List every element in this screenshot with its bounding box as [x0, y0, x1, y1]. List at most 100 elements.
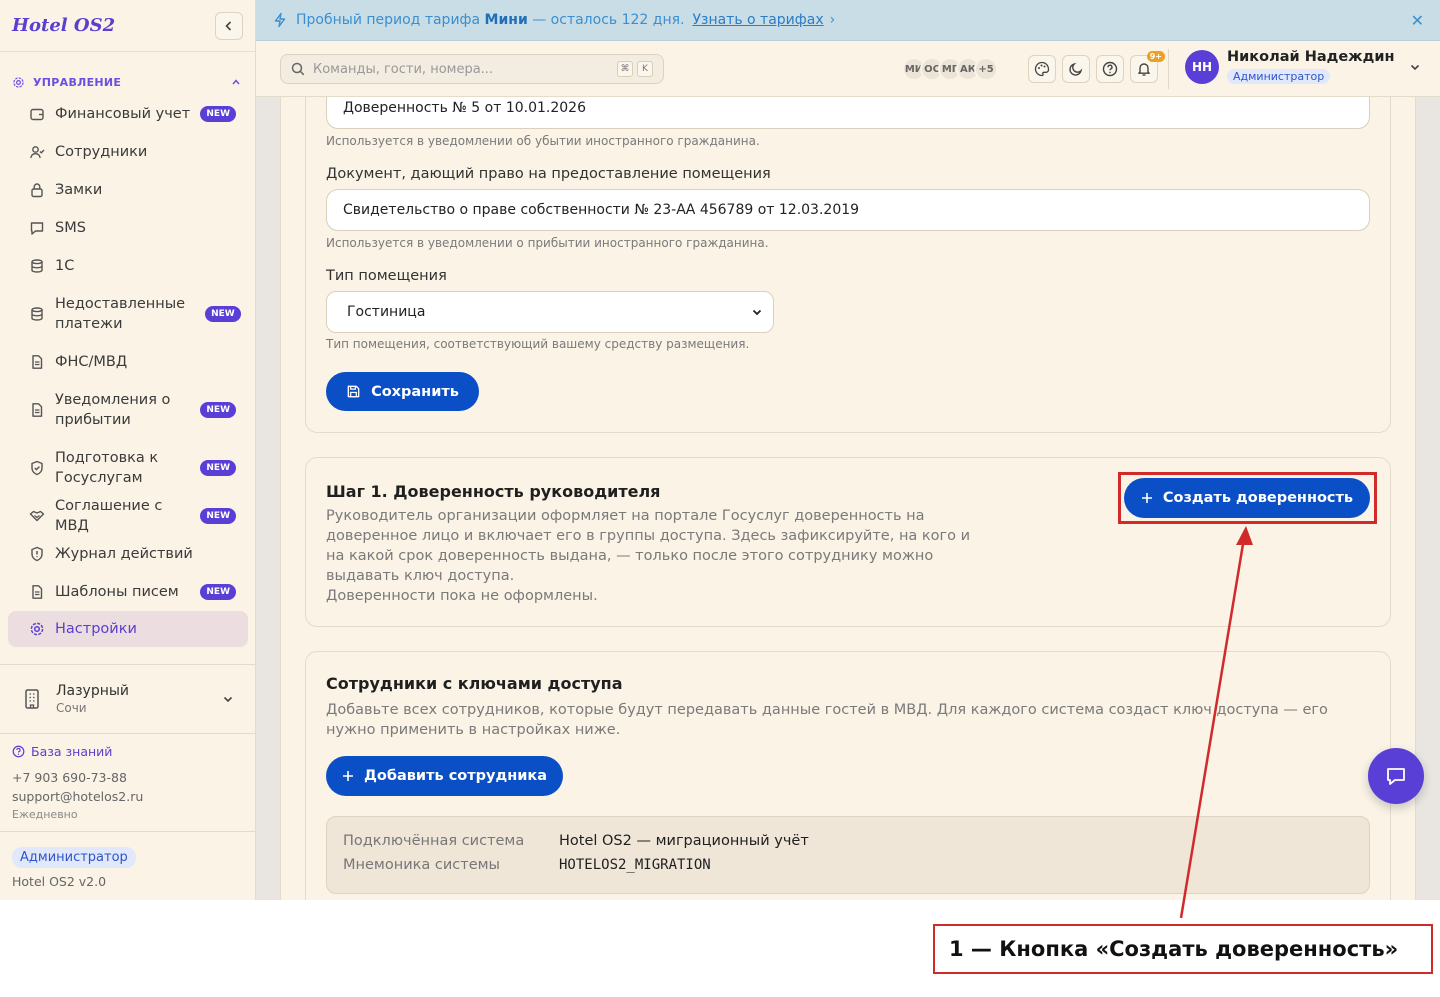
shortcut-key: ⌘ [617, 61, 633, 77]
collapse-sidebar-button[interactable] [215, 11, 243, 40]
save-button-label: Сохранить [371, 383, 459, 400]
topbar: Команды, гости, номера... ⌘ K МИ ОС МГ А… [256, 41, 1440, 97]
annotation-highlight [1118, 472, 1377, 524]
document-icon [28, 353, 46, 371]
online-users[interactable]: МИ ОС МГ АК +5 [902, 57, 998, 81]
divider [1168, 49, 1169, 89]
system-row: Подключённая система Hotel OS2 — миграци… [343, 833, 809, 849]
knowledge-base-label: База знаний [31, 744, 113, 759]
support-block: База знаний +7 903 690-73-88 support@hot… [12, 744, 143, 821]
divider [0, 664, 256, 665]
sidebar-item-label: Замки [55, 182, 103, 198]
support-phone[interactable]: +7 903 690-73-88 [12, 770, 143, 785]
document-icon [28, 583, 46, 601]
sidebar-item-arrival-notices[interactable]: Уведомления о прибытии NEW [8, 381, 248, 439]
building-icon [25, 689, 39, 709]
sidebar-item-label: ФНС/МВД [55, 354, 128, 370]
sidebar-item-sms[interactable]: SMS [8, 209, 248, 247]
sidebar-item-label: Подготовка к Госуслугам [55, 450, 159, 486]
document-label: Документ, дающий право на предоставление… [326, 166, 771, 182]
theme-palette-button[interactable] [1028, 55, 1056, 83]
step1-description: Руководитель организации оформляет на по… [326, 508, 971, 584]
system-value: Hotel OS2 — миграционный учёт [559, 833, 809, 849]
mnemonic-row: Мнемоника системы HOTELOS2_MIGRATION [343, 857, 711, 873]
help-circle-icon [12, 745, 25, 758]
hotel-city: Сочи [56, 701, 87, 715]
section-management[interactable]: УПРАВЛЕНИЕ [0, 68, 255, 96]
mnemonic-key: Мнемоника системы [343, 857, 501, 873]
user-role-badge: Администратор [1227, 69, 1331, 84]
chevron-down-icon [1410, 64, 1419, 70]
plus-icon [342, 771, 353, 781]
system-info-box: Подключённая система Hotel OS2 — миграци… [326, 816, 1370, 894]
message-icon [28, 219, 46, 237]
chevron-left-icon [225, 20, 232, 31]
chevron-down-icon [223, 696, 233, 703]
handshake-icon [28, 507, 46, 525]
chevron-up-icon [232, 79, 240, 85]
search-icon [291, 62, 305, 76]
sidebar-item-mvd-agreement[interactable]: Соглашение с МВД NEW [8, 497, 248, 535]
sidebar-item-audit-log[interactable]: Журнал действий [8, 535, 248, 573]
sidebar-item-gosuslugi-prep[interactable]: Подготовка к Госуслугам NEW [8, 439, 248, 497]
save-button[interactable]: Сохранить [326, 372, 479, 411]
document-icon [28, 401, 46, 419]
database-icon [28, 257, 46, 275]
support-email[interactable]: support@hotelos2.ru [12, 789, 143, 804]
premises-type-label: Тип помещения [326, 268, 447, 284]
notifications-button[interactable]: 9+ [1130, 51, 1165, 83]
sidebar-item-settings[interactable]: Настройки [8, 611, 248, 647]
chat-button[interactable] [1368, 748, 1424, 804]
divider [0, 831, 256, 832]
gear-icon [28, 620, 46, 638]
gear-icon [13, 76, 24, 88]
shield-alert-icon [28, 545, 46, 563]
role-badge: Администратор [12, 847, 136, 868]
sidebar-item-label: Недоставленные платежи [55, 296, 186, 332]
hotel-name: Лазурный [56, 683, 130, 699]
app-version: Hotel OS2 v2.0 [12, 874, 107, 889]
lightning-icon [274, 12, 286, 28]
step1-empty-state: Доверенности пока не оформлены. [326, 588, 598, 604]
sidebar-item-1c[interactable]: 1С [8, 247, 248, 285]
palette-icon [1034, 61, 1050, 77]
sidebar-item-employees[interactable]: Сотрудники [8, 133, 248, 171]
sidebar: Hotel OS2 УПРАВЛЕНИЕ Финансовый учет NEW… [0, 0, 256, 900]
document-hint: Используется в уведомлении о прибытии ин… [326, 236, 769, 250]
app-window: Hotel OS2 УПРАВЛЕНИЕ Финансовый учет NEW… [0, 0, 1440, 900]
premises-type-select[interactable]: Гостиница [326, 291, 774, 333]
annotation-label: 1 — Кнопка «Создать доверенность» [949, 937, 1399, 961]
add-employee-button[interactable]: Добавить сотрудника [326, 756, 563, 796]
tariffs-link[interactable]: Узнать о тарифах [692, 12, 823, 28]
employees-title: Сотрудники с ключами доступа [326, 674, 623, 693]
app-logo: Hotel OS2 [12, 15, 116, 36]
save-icon [347, 385, 360, 398]
power-of-attorney-field[interactable]: Доверенность № 5 от 10.01.2026 [326, 97, 1370, 129]
more-users-count: +5 [974, 57, 998, 81]
new-badge: NEW [200, 460, 236, 476]
sidebar-item-finance[interactable]: Финансовый учет NEW [8, 95, 248, 133]
divider [0, 733, 256, 734]
help-button[interactable] [1096, 55, 1124, 83]
banner-text-after: — осталось 122 дня. [527, 12, 685, 28]
lock-icon [28, 181, 46, 199]
premises-type-hint: Тип помещения, соответствующий вашему ср… [326, 337, 750, 351]
step1-title: Шаг 1. Доверенность руководителя [326, 482, 661, 501]
sidebar-item-undelivered-payments[interactable]: Недоставленные платежи NEW [8, 285, 248, 343]
close-banner-button[interactable]: ✕ [1411, 11, 1424, 30]
dark-mode-button[interactable] [1062, 55, 1090, 83]
banner-text-before: Пробный период тарифа [296, 12, 485, 28]
knowledge-base-link[interactable]: База знаний [12, 744, 143, 759]
sidebar-item-fns-mvd[interactable]: ФНС/МВД [8, 343, 248, 381]
hotel-selector[interactable]: Лазурный Сочи [8, 676, 248, 722]
user-menu[interactable]: НН Николай Надеждин Администратор [1185, 49, 1421, 84]
sidebar-item-email-templates[interactable]: Шаблоны писем NEW [8, 573, 248, 611]
new-badge: NEW [200, 106, 236, 122]
sidebar-item-label: Соглашение с МВД [55, 498, 163, 534]
search-input[interactable]: Команды, гости, номера... ⌘ K [280, 54, 664, 84]
chat-icon [1387, 768, 1405, 785]
premises-type-value: Гостиница [347, 304, 426, 320]
document-field[interactable]: Свидетельство о праве собственности № 23… [326, 189, 1370, 231]
sidebar-item-locks[interactable]: Замки [8, 171, 248, 209]
new-badge: NEW [205, 306, 241, 322]
